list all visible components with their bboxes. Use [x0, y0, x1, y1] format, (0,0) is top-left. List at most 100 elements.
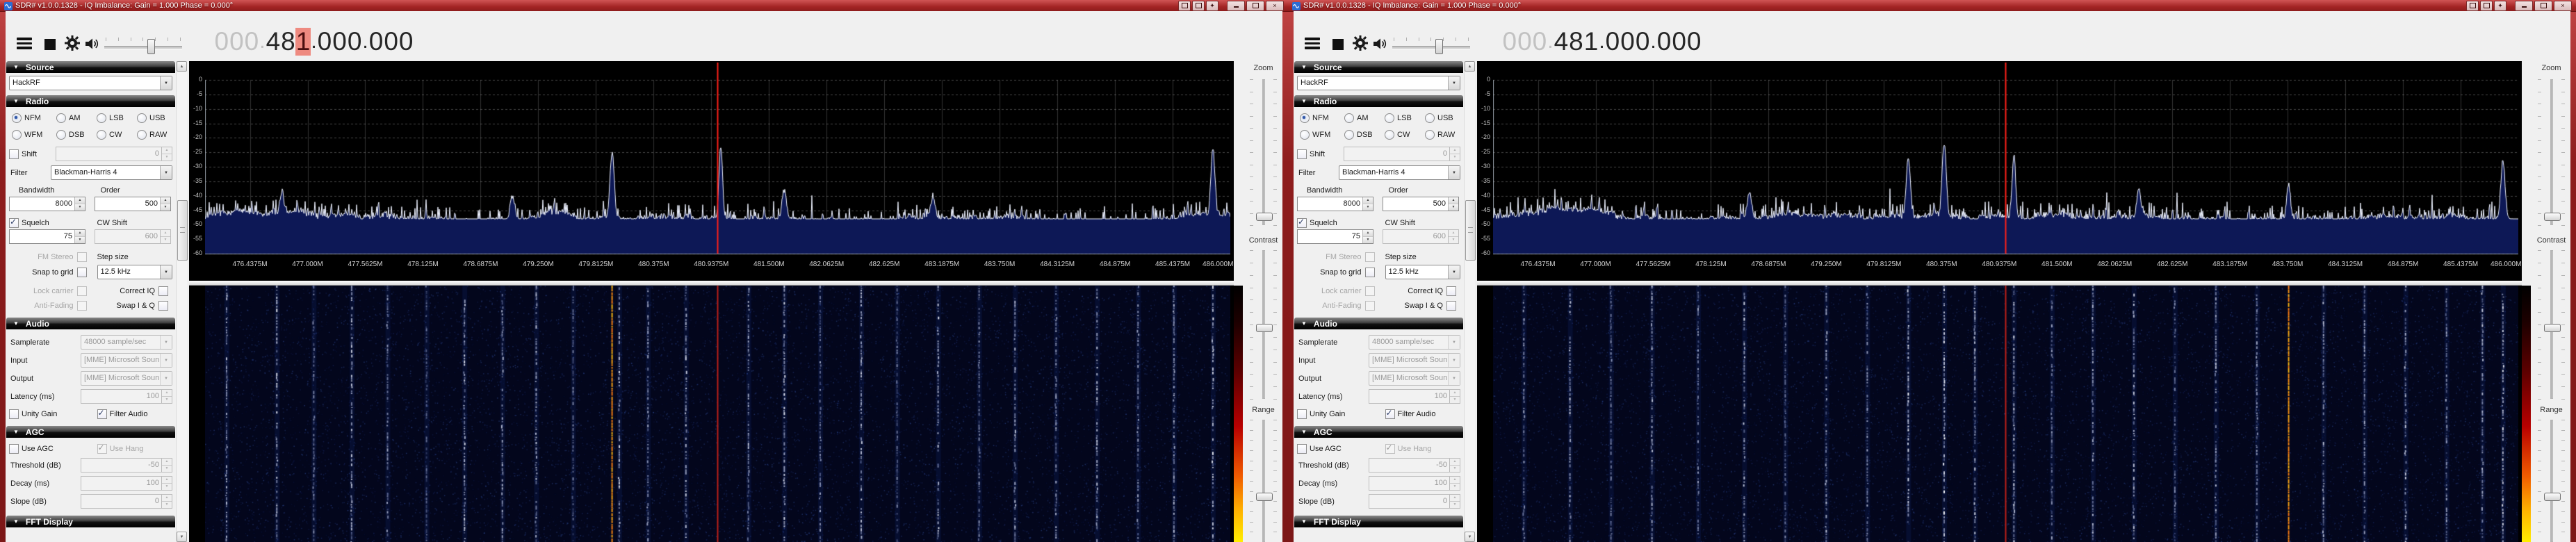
waterfall-display[interactable]	[205, 286, 1230, 542]
aux-window-button-2[interactable]	[1192, 1, 1205, 11]
slider-track[interactable]	[1262, 79, 1265, 225]
mode-radio-usb[interactable]: USB	[137, 113, 175, 123]
maximize-button[interactable]	[1246, 1, 1264, 11]
scrollbar-thumb[interactable]	[177, 200, 188, 261]
spinner-up-icon[interactable]: ▲	[161, 197, 170, 204]
slider-thumb[interactable]	[1256, 324, 1273, 332]
frequency-digit[interactable]: .	[311, 28, 317, 56]
filter-audio-checkbox[interactable]	[97, 409, 107, 419]
pin-button[interactable]: ✦	[2494, 1, 2506, 11]
spectrum-display[interactable]	[1493, 63, 2518, 260]
mode-radio-nfm[interactable]: NFM	[12, 113, 56, 123]
scrollbar-thumb[interactable]	[1465, 200, 1476, 261]
frequency-digit[interactable]: .	[362, 28, 368, 56]
close-button[interactable]: ×	[1266, 1, 1284, 11]
mode-radio-dsb[interactable]: DSB	[56, 130, 97, 140]
frequency-digit[interactable]: 4	[266, 28, 281, 56]
volume-slider-thumb[interactable]	[1435, 39, 1443, 54]
stop-button[interactable]	[1332, 39, 1344, 50]
dropdown-arrow-icon[interactable]: ▼	[1448, 166, 1460, 179]
slider-track[interactable]	[2550, 420, 2553, 542]
filter-audio-checkbox[interactable]	[1385, 409, 1395, 419]
frequency-digit[interactable]: 0	[1686, 28, 1702, 56]
mode-radio-dsb[interactable]: DSB	[1344, 130, 1385, 140]
sidebar-scrollbar[interactable]: ▲ ▼	[1464, 61, 1475, 542]
dropdown-arrow-icon[interactable]: ▼	[160, 265, 172, 279]
spinner-up-icon[interactable]: ▲	[75, 230, 85, 237]
frequency-digit[interactable]: 0	[347, 28, 362, 56]
squelch-spinner[interactable]: 75▲▼	[9, 229, 85, 244]
frequency-digit[interactable]: 0	[1605, 28, 1620, 56]
frequency-digit[interactable]: 0	[1656, 28, 1672, 56]
frequency-digit[interactable]: 0	[1672, 28, 1687, 56]
mode-radio-lsb[interactable]: LSB	[97, 113, 137, 123]
frequency-digit[interactable]: 0	[368, 28, 384, 56]
snap-to-grid-checkbox[interactable]	[77, 268, 87, 277]
source-device-dropdown[interactable]: HackRF▼	[9, 76, 172, 90]
spinner-down-icon[interactable]: ▼	[161, 204, 170, 211]
dropdown-arrow-icon[interactable]: ▼	[160, 166, 172, 179]
spinner-down-icon[interactable]: ▼	[1363, 204, 1373, 211]
spectrum-display[interactable]	[205, 63, 1230, 260]
mode-radio-lsb[interactable]: LSB	[1385, 113, 1425, 123]
slider-thumb[interactable]	[2544, 493, 2561, 501]
shift-checkbox[interactable]	[1297, 149, 1307, 159]
frequency-digit[interactable]: 0	[317, 28, 332, 56]
minimize-button[interactable]	[2515, 1, 2533, 11]
panel-header-radio[interactable]: ▼Radio	[6, 95, 175, 107]
panel-header-fft-display[interactable]: ▼FFT Display	[1294, 516, 1463, 527]
settings-gear-icon[interactable]	[64, 35, 81, 51]
dropdown-arrow-icon[interactable]: ▼	[160, 76, 172, 90]
filter-dropdown[interactable]: Blackman-Harris 4▼	[51, 165, 172, 180]
dropdown-arrow-icon[interactable]: ▼	[1448, 265, 1460, 279]
correct-iq-checkbox[interactable]	[158, 286, 168, 296]
mode-radio-wfm[interactable]: WFM	[12, 130, 56, 140]
unity-gain-checkbox[interactable]	[9, 409, 19, 419]
slider-thumb[interactable]	[1256, 213, 1273, 221]
use-agc-checkbox[interactable]	[1297, 444, 1307, 454]
bandwidth-spinner[interactable]: 8000▲▼	[1297, 197, 1373, 211]
spinner-up-icon[interactable]: ▲	[1363, 197, 1373, 204]
slider-track[interactable]	[2550, 79, 2553, 225]
spinner-down-icon[interactable]: ▼	[1449, 204, 1458, 211]
mode-radio-am[interactable]: AM	[1344, 113, 1385, 123]
menu-hamburger-icon[interactable]	[17, 38, 32, 50]
scroll-up-icon[interactable]: ▲	[1465, 61, 1475, 72]
order-spinner[interactable]: 500▲▼	[1383, 197, 1459, 211]
slider-thumb[interactable]	[2544, 213, 2561, 221]
volume-speaker-icon[interactable]	[85, 37, 101, 54]
volume-slider-thumb[interactable]	[147, 39, 155, 54]
frequency-digit[interactable]: 0	[229, 28, 245, 56]
step-size-dropdown[interactable]: 12.5 kHz▼	[1385, 265, 1461, 279]
frequency-digit[interactable]: .	[259, 28, 266, 56]
filter-dropdown[interactable]: Blackman-Harris 4▼	[1339, 165, 1460, 180]
frequency-digit[interactable]: 1	[295, 28, 311, 56]
frequency-digit[interactable]: 1	[1583, 28, 1599, 56]
close-button[interactable]: ×	[2554, 1, 2572, 11]
shift-checkbox[interactable]	[9, 149, 19, 159]
menu-hamburger-icon[interactable]	[1305, 38, 1320, 50]
order-spinner[interactable]: 500▲▼	[95, 197, 171, 211]
scroll-up-icon[interactable]: ▲	[177, 61, 187, 72]
frequency-digit[interactable]: 0	[1635, 28, 1650, 56]
settings-gear-icon[interactable]	[1352, 35, 1369, 51]
panel-header-fft-display[interactable]: ▼FFT Display	[6, 516, 175, 527]
volume-speaker-icon[interactable]	[1373, 37, 1389, 54]
mode-radio-am[interactable]: AM	[56, 113, 97, 123]
frequency-digit[interactable]: 0	[244, 28, 259, 56]
slider-track[interactable]	[1262, 420, 1265, 542]
spinner-down-icon[interactable]: ▼	[75, 204, 85, 211]
use-agc-checkbox[interactable]	[9, 444, 19, 454]
spinner-up-icon[interactable]: ▲	[1363, 230, 1373, 237]
snap-to-grid-checkbox[interactable]	[1365, 268, 1375, 277]
frequency-digit[interactable]: 0	[1620, 28, 1636, 56]
frequency-display[interactable]: 000.481.000.000	[1502, 26, 1702, 57]
spectrum-waterfall-splitter[interactable]	[1477, 281, 2522, 286]
panel-header-audio[interactable]: ▼Audio	[6, 318, 175, 329]
frequency-digit[interactable]: 0	[1502, 28, 1517, 56]
titlebar[interactable]: SDR# v1.0.0.1328 - IQ Imbalance: Gain = …	[0, 0, 1288, 12]
frequency-digit[interactable]: 0	[398, 28, 414, 56]
aux-window-button-1[interactable]	[1178, 1, 1191, 11]
mode-radio-cw[interactable]: CW	[1385, 130, 1425, 140]
panel-header-radio[interactable]: ▼Radio	[1294, 95, 1463, 107]
